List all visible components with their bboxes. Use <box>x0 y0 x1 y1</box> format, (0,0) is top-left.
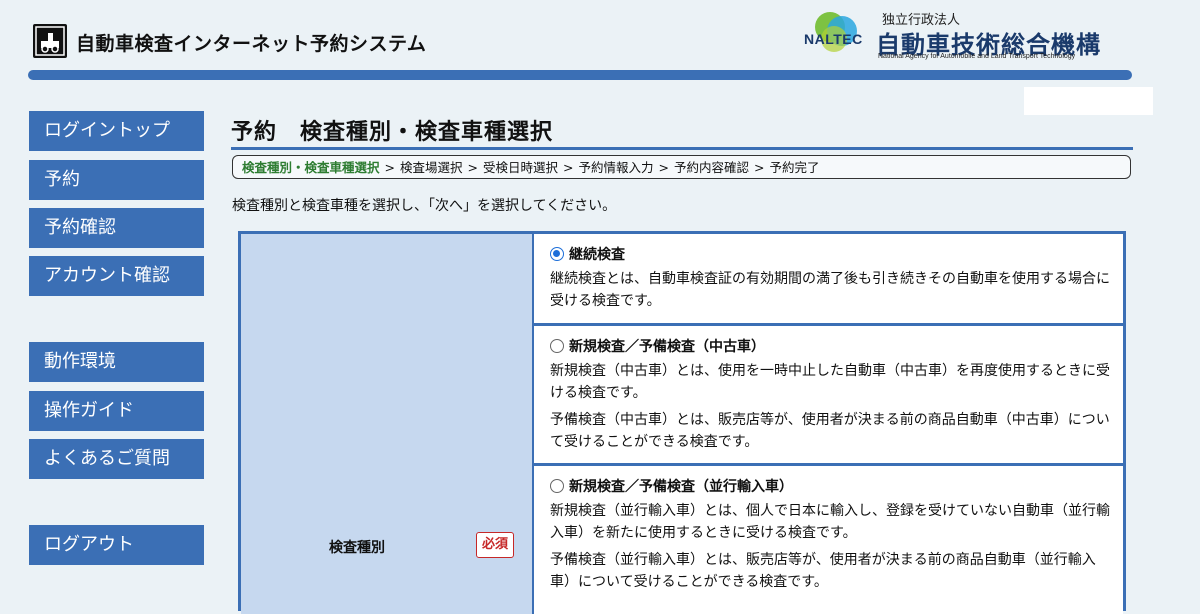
breadcrumb-step-current: 検査種別・検査車種選択 <box>242 160 380 175</box>
required-badge: 必須 <box>476 532 514 558</box>
breadcrumb-step: 予約情報入力 <box>578 160 654 175</box>
radio-new-parallel-import[interactable]: 新規検査／予備検査（並行輸入車） <box>550 475 1123 497</box>
option-title: 新規検査／予備検査（中古車） <box>569 339 765 355</box>
title-divider <box>231 147 1133 150</box>
app-title: 自動車検査インターネット予約システム <box>76 33 427 55</box>
inspection-type-options: 継続検査 継続検査とは、自動車検査証の有効期間の満了後も引き続きその自動車を使用… <box>532 234 1123 614</box>
radio-button[interactable] <box>550 479 564 493</box>
option-description: 予備検査（中古車）とは、販売店等が、使用者が決まる前の商品自動車（中古車）につい… <box>550 412 1110 450</box>
page-title: 予約 検査種別・検査車種選択 <box>231 120 554 145</box>
option-description: 継続検査とは、自動車検査証の有効期間の満了後も引き続きその自動車を使用する場合に… <box>550 271 1110 309</box>
org-name-en: National Agency for Automobile and Land … <box>878 53 1076 60</box>
field-label-inspection-type: 検査種別 <box>329 540 385 556</box>
breadcrumb-separator: > <box>754 160 765 175</box>
header: 自動車検査インターネット予約システム NALTEC 独立行政法人 自動車技術総合… <box>0 0 1200 80</box>
header-divider <box>28 70 1132 80</box>
instruction-text: 検査種別と検査車種を選択し、「次へ」を選択してください。 <box>232 198 617 214</box>
sidebar-item-faq[interactable]: よくあるご質問 <box>29 439 204 479</box>
option-description: 新規検査（中古車）とは、使用を一時中止した自動車（中古車）を再度使用するときに受… <box>550 363 1110 401</box>
organization-logo: NALTEC 独立行政法人 自動車技術総合機構 National Agency … <box>792 7 1152 67</box>
org-mark-text: NALTEC <box>804 31 863 47</box>
breadcrumb-separator: > <box>658 160 669 175</box>
option-new-parallel-import: 新規検査／予備検査（並行輸入車） 新規検査（並行輸入車）とは、個人で日本に輸入し… <box>534 466 1123 614</box>
breadcrumb-step: 予約内容確認 <box>674 160 750 175</box>
breadcrumb-step: 受検日時選択 <box>483 160 559 175</box>
sidebar-item-account-check[interactable]: アカウント確認 <box>29 256 204 296</box>
breadcrumb-separator: > <box>384 160 395 175</box>
inspection-type-form: 検査種別 必須 継続検査 継続検査とは、自動車検査証の有効期間の満了後も引き続き… <box>238 231 1126 614</box>
field-label-cell: 検査種別 必須 <box>241 234 532 614</box>
sidebar-item-reservation-check[interactable]: 予約確認 <box>29 208 204 248</box>
sidebar-item-guide[interactable]: 操作ガイド <box>29 391 204 431</box>
breadcrumb-separator: > <box>563 160 574 175</box>
naltec-globe-logo: NALTEC <box>800 9 864 61</box>
breadcrumb-step: 予約完了 <box>769 160 820 175</box>
sidebar-item-logout[interactable]: ログアウト <box>29 525 204 565</box>
radio-button-checked[interactable] <box>550 247 564 261</box>
breadcrumb: 検査種別・検査車種選択 > 検査場選択 > 受検日時選択 > 予約情報入力 > 予約内容確認 > 予… <box>232 155 1131 179</box>
car-inspection-logo-icon <box>33 24 67 58</box>
radio-new-used-car[interactable]: 新規検査／予備検査（中古車） <box>550 335 1123 357</box>
option-title: 新規検査／予備検査（並行輸入車） <box>569 479 793 495</box>
breadcrumb-separator: > <box>467 160 478 175</box>
radio-continuous-inspection[interactable]: 継続検査 <box>550 243 1123 265</box>
sidebar-item-environment[interactable]: 動作環境 <box>29 342 204 382</box>
blank-panel <box>1024 87 1153 115</box>
breadcrumb-step: 検査場選択 <box>400 160 463 175</box>
sidebar-item-login-top[interactable]: ログイントップ <box>29 111 204 151</box>
option-description: 予備検査（並行輸入車）とは、販売店等が、使用者が決まる前の商品自動車（並行輸入車… <box>550 552 1096 590</box>
option-new-used-car: 新規検査／予備検査（中古車） 新規検査（中古車）とは、使用を一時中止した自動車（… <box>534 326 1123 463</box>
option-title: 継続検査 <box>569 247 625 263</box>
option-continuous-inspection: 継続検査 継続検査とは、自動車検査証の有効期間の満了後も引き続きその自動車を使用… <box>534 234 1123 323</box>
radio-button[interactable] <box>550 339 564 353</box>
sidebar-item-reserve[interactable]: 予約 <box>29 160 204 200</box>
option-description: 新規検査（並行輸入車）とは、個人で日本に輸入し、登録を受けていない自動車（並行輸… <box>550 503 1110 541</box>
